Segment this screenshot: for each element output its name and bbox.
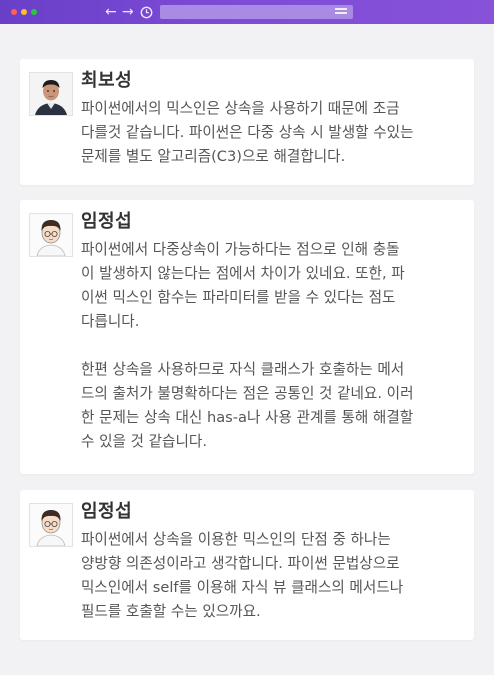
forward-arrow-icon[interactable]: → xyxy=(122,3,134,21)
sliders-icon[interactable] xyxy=(335,7,347,17)
comment-card: 임정섭 파이썬에서 다중상속이 가능하다는 점으로 인해 충돌 이 발생하지 않… xyxy=(20,200,474,474)
history-icon[interactable] xyxy=(140,3,153,24)
comment-author[interactable]: 최보성 xyxy=(81,69,132,93)
address-bar[interactable] xyxy=(160,5,353,19)
comment-text: 파이썬에서 다중상속이 가능하다는 점으로 인해 충돌 이 발생하지 않는다는 … xyxy=(81,241,414,450)
back-arrow-icon[interactable]: ← xyxy=(105,3,117,21)
comment-text: 파이썬에서 상속을 이용한 믹스인의 단점 중 하나는 양방향 의존성이라고 생… xyxy=(81,531,404,620)
comment-card: 임정섭 파이썬에서 상속을 이용한 믹스인의 단점 중 하나는 양방향 의존성이… xyxy=(20,490,474,640)
comment-text: 파이썬에서의 믹스인은 상속을 사용하기 때문에 조금 다를것 같습니다. 파이… xyxy=(81,100,414,165)
minimize-window-button[interactable] xyxy=(21,9,27,15)
comment-author[interactable]: 임정섭 xyxy=(81,500,132,524)
browser-toolbar: ← → xyxy=(0,0,494,24)
maximize-window-button[interactable] xyxy=(31,9,37,15)
user-avatar[interactable] xyxy=(29,213,73,257)
close-window-button[interactable] xyxy=(11,9,17,15)
comment-card: 최보성 파이썬에서의 믹스인은 상속을 사용하기 때문에 조금 다를것 같습니다… xyxy=(20,59,474,185)
user-avatar[interactable] xyxy=(29,72,73,116)
comment-author[interactable]: 임정섭 xyxy=(81,210,132,234)
user-avatar[interactable] xyxy=(29,503,73,547)
